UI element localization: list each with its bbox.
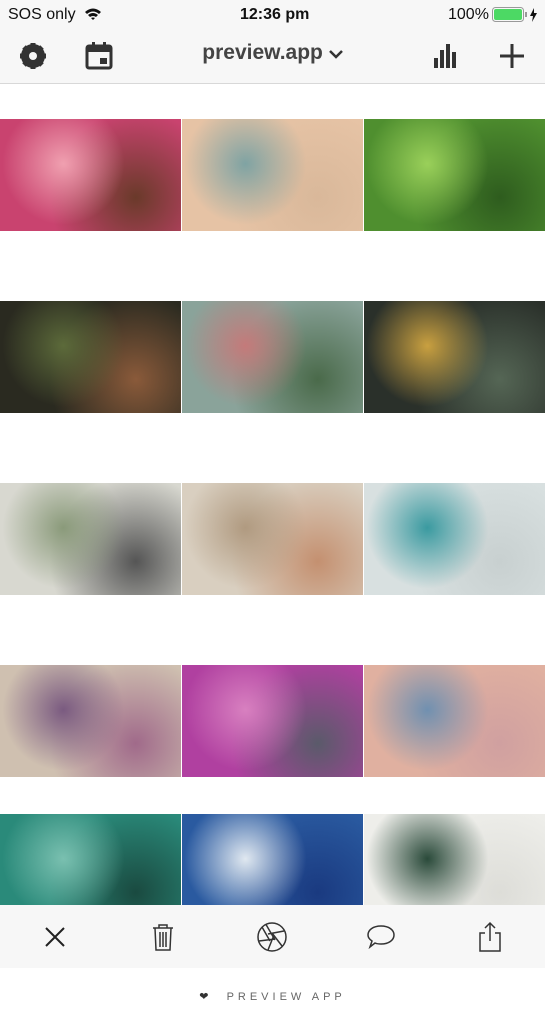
aperture-icon[interactable]: [256, 921, 288, 953]
photo-monstera[interactable]: [0, 814, 181, 905]
photo-grid: [0, 85, 545, 905]
nav-bar: preview.app: [0, 30, 545, 84]
photo-beach[interactable]: [364, 665, 545, 777]
bottom-toolbar: [0, 905, 545, 968]
footer-text: PREVIEW APP: [226, 991, 346, 1003]
account-switcher[interactable]: preview.app: [0, 41, 545, 65]
photo-pillows[interactable]: [364, 483, 545, 595]
photo-pink-forest[interactable]: [182, 665, 363, 777]
photo-blue-tiles[interactable]: [182, 814, 363, 905]
plus-icon[interactable]: [496, 40, 528, 72]
close-icon[interactable]: [39, 921, 71, 953]
photo-woman-hat[interactable]: [364, 301, 545, 413]
battery-icon: [492, 7, 537, 22]
photo-hanging-chair[interactable]: [0, 483, 181, 595]
trash-icon[interactable]: [147, 921, 179, 953]
share-icon[interactable]: [474, 921, 506, 953]
footer: ❤ PREVIEW APP: [0, 990, 545, 1003]
bar-chart-icon[interactable]: [430, 40, 462, 72]
photo-feet-sand[interactable]: [182, 483, 363, 595]
photo-flowers[interactable]: [0, 119, 181, 231]
photo-palm[interactable]: [364, 814, 545, 905]
clock: 12:36 pm: [240, 6, 310, 23]
carrier: SOS only: [8, 6, 76, 23]
photo-garden[interactable]: [0, 301, 181, 413]
comment-icon[interactable]: [365, 921, 397, 953]
photo-succulents[interactable]: [182, 301, 363, 413]
chevron-down-icon: [328, 50, 343, 59]
battery-percent: 100%: [448, 6, 489, 23]
photo-agave[interactable]: [182, 119, 363, 231]
wifi-icon: [85, 8, 101, 20]
photo-banana-leaves[interactable]: [364, 119, 545, 231]
page-title: preview.app: [202, 41, 323, 64]
heart-icon: ❤: [199, 991, 213, 1003]
photo-light-tunnel[interactable]: [0, 665, 181, 777]
status-bar: SOS only 12:36 pm 100%: [0, 0, 545, 30]
